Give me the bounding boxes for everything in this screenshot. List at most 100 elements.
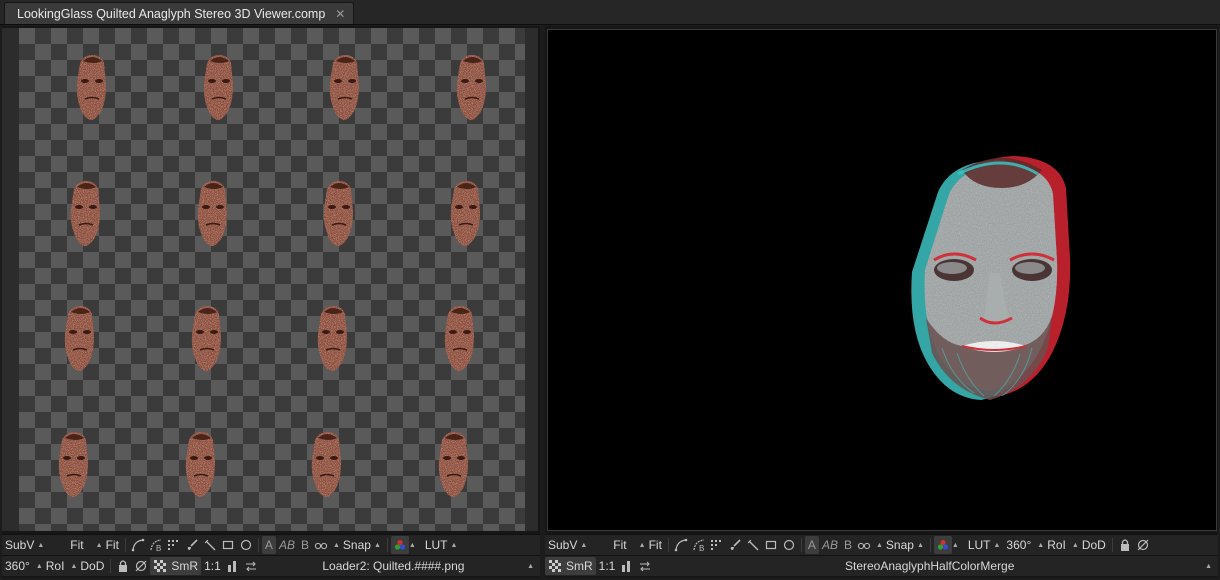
- svg-text:B: B: [699, 544, 704, 552]
- snap-dropdown[interactable]: ▲ Snap ▲: [873, 536, 927, 554]
- chevron-up-icon: ▲: [993, 541, 1001, 549]
- chevron-up-icon: ▲: [450, 541, 458, 549]
- chevron-up-icon: ▲: [875, 541, 883, 549]
- swap-icon[interactable]: [636, 557, 654, 575]
- bspline-mask-icon[interactable]: B: [690, 536, 708, 554]
- chevron-up-icon: ▲: [95, 541, 103, 549]
- proxy-icon[interactable]: [132, 557, 150, 575]
- levels-icon[interactable]: [224, 557, 242, 575]
- left-viewer: SubV ▲ Fit ▲ Fit B A AB B ▲ Snap ▲ ▲ LUT ▲ 36…: [2, 26, 540, 578]
- checker-smr-button[interactable]: SmR: [150, 557, 202, 575]
- chevron-up-icon[interactable]: ▲: [952, 542, 959, 549]
- comp-tab[interactable]: LookingGlass Quilted Anaglyph Stereo 3D …: [4, 2, 355, 24]
- chevron-up-icon[interactable]: ▲: [527, 563, 534, 570]
- chevron-up-icon: ▲: [638, 541, 646, 549]
- ratio-button[interactable]: 1:1: [596, 557, 619, 575]
- paint-brush-icon[interactable]: [726, 536, 744, 554]
- buffer-b-label: B: [300, 538, 309, 552]
- lock-icon[interactable]: [114, 557, 132, 575]
- svg-text:B: B: [156, 544, 161, 552]
- quilt-view-tile: [181, 430, 221, 500]
- chevron-up-icon: ▲: [70, 562, 78, 570]
- fit-zoom-dropdown[interactable]: ▲ Fit: [93, 536, 122, 554]
- fit-zoom-label: Fit: [105, 538, 119, 552]
- grid-mask-icon[interactable]: [708, 536, 726, 554]
- quilt-view-tile: [54, 430, 94, 500]
- anaglyph-canvas[interactable]: [547, 29, 1217, 531]
- angle-dropdown[interactable]: 360°: [1003, 536, 1034, 554]
- divider: [386, 538, 388, 552]
- polyline-mask-icon[interactable]: [672, 536, 690, 554]
- polyline-mask-icon[interactable]: [129, 536, 147, 554]
- ratio-button[interactable]: 1:1: [201, 557, 224, 575]
- grid-mask-icon[interactable]: [165, 536, 183, 554]
- rectangle-mask-icon[interactable]: [219, 536, 237, 554]
- paint-brush-icon[interactable]: [183, 536, 201, 554]
- levels-icon[interactable]: [618, 557, 636, 575]
- quilt-view-tile: [313, 304, 353, 374]
- quilt-view-tile: [440, 304, 480, 374]
- subview-button[interactable]: SubV ▲: [2, 536, 47, 554]
- chevron-up-icon: ▲: [332, 541, 340, 549]
- smr-label: SmR: [566, 559, 593, 573]
- subview-label: SubV: [548, 538, 578, 552]
- fit-zoom-dropdown[interactable]: ▲ Fit: [636, 536, 665, 554]
- dod-button[interactable]: ▲ DoD: [1069, 536, 1109, 554]
- close-icon[interactable]: ✕: [335, 7, 345, 21]
- wand-icon[interactable]: [744, 536, 762, 554]
- buffer-a-button[interactable]: A: [261, 536, 276, 554]
- smr-label: SmR: [171, 559, 199, 573]
- lut-dropdown[interactable]: LUT ▲: [965, 536, 1004, 554]
- buffer-ab-button[interactable]: AB: [276, 536, 298, 554]
- lut-dropdown[interactable]: LUT ▲: [422, 536, 461, 554]
- buffer-b-button[interactable]: B: [298, 536, 312, 554]
- quilt-image-canvas[interactable]: [19, 28, 525, 531]
- subview-label: SubV: [5, 538, 35, 552]
- divider: [667, 538, 669, 552]
- buffer-a-label: A: [807, 538, 816, 552]
- rgb-channels-icon[interactable]: [933, 536, 952, 554]
- tab-bar: LookingGlass Quilted Anaglyph Stereo 3D …: [0, 0, 1220, 25]
- rectangle-mask-icon[interactable]: [762, 536, 780, 554]
- chevron-up-icon[interactable]: ▲: [409, 542, 416, 549]
- lock-icon[interactable]: [1116, 536, 1134, 554]
- stereo-glasses-icon[interactable]: [855, 536, 873, 554]
- buffer-ab-button[interactable]: AB: [819, 536, 841, 554]
- angle-dropdown[interactable]: 360°: [2, 557, 33, 575]
- divider: [124, 538, 126, 552]
- roi-button[interactable]: ▲ RoI: [33, 557, 68, 575]
- anaglyph-face-image: [911, 156, 1071, 400]
- chevron-up-icon[interactable]: ▲: [1205, 563, 1212, 570]
- divider: [800, 538, 802, 552]
- angle-label: 360°: [5, 559, 30, 573]
- comp-tab-title: LookingGlass Quilted Anaglyph Stereo 3D …: [17, 6, 326, 21]
- ratio-label: 1:1: [204, 559, 221, 573]
- chevron-up-icon: ▲: [373, 541, 381, 549]
- rgb-channels-icon[interactable]: [390, 536, 409, 554]
- chevron-up-icon: ▲: [1071, 541, 1079, 549]
- wand-icon[interactable]: [201, 536, 219, 554]
- quilt-view-tile: [60, 304, 100, 374]
- buffer-b-button[interactable]: B: [841, 536, 855, 554]
- ellipse-mask-icon[interactable]: [780, 536, 798, 554]
- stereo-glasses-icon[interactable]: [312, 536, 330, 554]
- bspline-mask-icon[interactable]: B: [147, 536, 165, 554]
- fit-label: Fit: [70, 538, 84, 552]
- quilt-view-tile: [319, 179, 359, 249]
- ellipse-mask-icon[interactable]: [237, 536, 255, 554]
- snap-dropdown[interactable]: ▲ Snap ▲: [330, 536, 384, 554]
- subview-button[interactable]: SubV ▲: [545, 536, 590, 554]
- snap-label: Snap: [342, 538, 371, 552]
- roi-button[interactable]: ▲ RoI: [1034, 536, 1069, 554]
- swap-icon[interactable]: [242, 557, 260, 575]
- dod-button[interactable]: ▲ DoD: [67, 557, 107, 575]
- right-viewer: SubV ▲ Fit ▲ Fit B A AB B ▲ Snap ▲ ▲ LUT ▲ 36…: [545, 26, 1218, 578]
- fit-button[interactable]: Fit: [610, 536, 629, 554]
- fit-button[interactable]: Fit: [67, 536, 86, 554]
- proxy-icon[interactable]: [1134, 536, 1152, 554]
- right-viewer-toolbar-bottom: SmR 1:1 StereoAnaglyphHalfColorMerge ▲: [545, 555, 1218, 576]
- quilt-view-tile: [434, 430, 474, 500]
- checker-smr-button[interactable]: SmR: [545, 557, 596, 575]
- buffer-a-button[interactable]: A: [804, 536, 819, 554]
- quilt-view-tile: [199, 53, 239, 123]
